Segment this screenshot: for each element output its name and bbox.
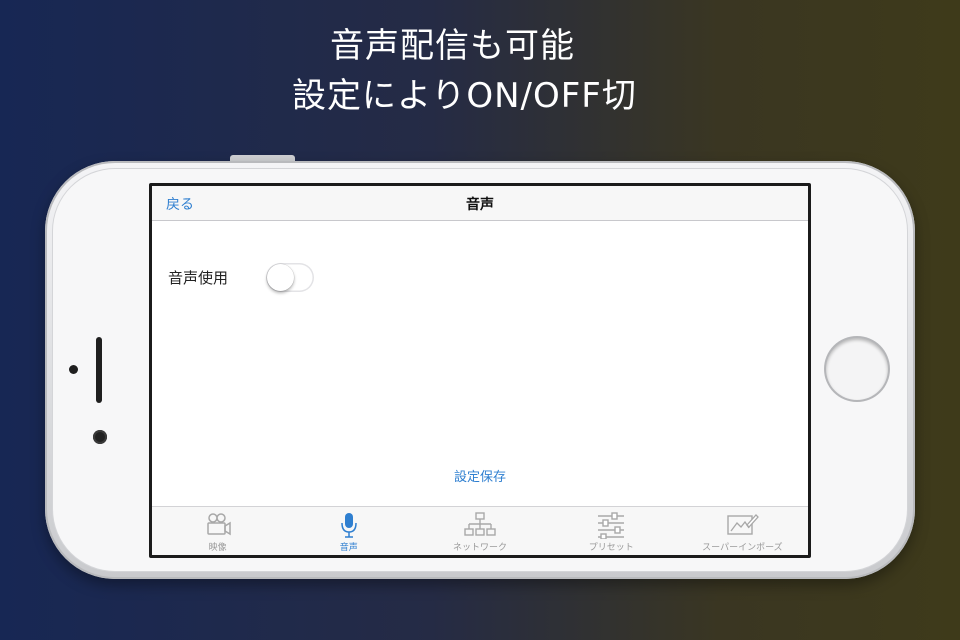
sliders-icon <box>598 512 625 539</box>
tab-label: 映像 <box>208 543 227 553</box>
home-button[interactable] <box>826 338 888 400</box>
audio-use-row: 音声使用 <box>168 262 315 292</box>
app-screen: 戻る 音声 音声使用 設定保存 映像 音声 ネットワーク プリセット スーパーイ… <box>152 186 808 555</box>
toggle-knob <box>267 263 295 291</box>
promo-caption-line1: 音声配信も可能 <box>330 26 575 66</box>
phone-speaker <box>96 337 102 403</box>
tab-label: スーパーインポーズ <box>702 543 783 553</box>
phone-sensor <box>69 365 78 374</box>
tab-label: ネットワーク <box>453 543 508 553</box>
audio-use-label: 音声使用 <box>168 268 229 287</box>
promo-caption-line2: 設定によりON/OFF切 <box>292 76 637 116</box>
tab-superimpose[interactable]: スーパーインポーズ <box>677 507 808 555</box>
superimpose-icon <box>727 514 760 535</box>
network-icon <box>464 512 496 536</box>
audio-use-toggle[interactable] <box>266 262 315 292</box>
navigation-bar: 戻る 音声 <box>152 186 808 221</box>
tab-label: 音声 <box>339 543 358 553</box>
phone-screen: 戻る 音声 音声使用 設定保存 映像 音声 ネットワーク プリセット スーパーイ… <box>149 183 811 558</box>
tab-audio[interactable]: 音声 <box>283 507 414 555</box>
tab-preset[interactable]: プリセット <box>546 507 677 555</box>
tab-bar: 映像 音声 ネットワーク プリセット スーパーインポーズ <box>152 506 808 555</box>
microphone-icon <box>341 513 357 538</box>
save-settings-button[interactable]: 設定保存 <box>152 466 808 485</box>
tab-network[interactable]: ネットワーク <box>414 507 545 555</box>
page-title: 音声 <box>466 197 494 213</box>
video-camera-icon <box>206 513 231 536</box>
phone-camera <box>93 430 107 444</box>
tab-video[interactable]: 映像 <box>152 507 283 555</box>
tab-label: プリセット <box>588 543 634 553</box>
